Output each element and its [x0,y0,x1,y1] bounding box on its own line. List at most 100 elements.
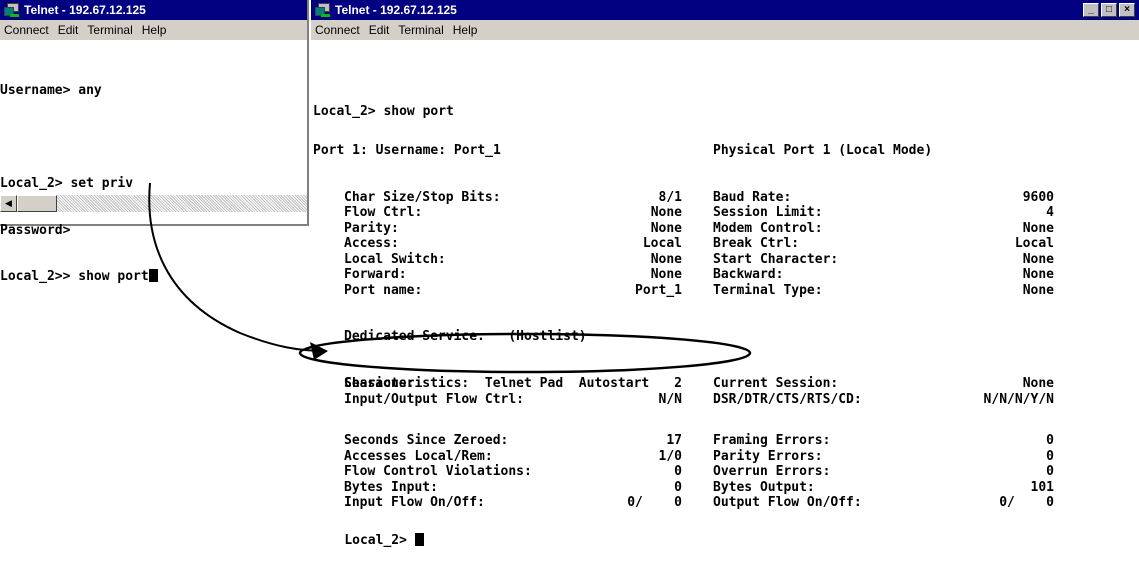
port-header-left: Port 1: Username: Port_1 [313,143,501,158]
window-controls: _ □ × [1083,3,1135,17]
stat-label-right: Modem Control: [713,220,823,236]
stat-label-left: Accesses Local/Rem: [344,448,493,464]
stat-value-left: 0/ 0 [627,495,682,510]
maximize-icon[interactable]: □ [1101,3,1117,17]
stat-value-left: 0 [674,479,682,495]
final-prompt-line: Local_2> [313,517,424,564]
stat-row: Forward: None Backward: None [313,267,1113,283]
stat-label-right: Start Character: [713,251,839,267]
stat-label-left: Forward: [344,267,407,282]
stat-value-right: None [1022,220,1054,236]
stat-value-left: None [650,205,682,220]
stat-value-right: 0/ 0 [999,495,1054,510]
right-telnet-window: Telnet - 192.67.12.125 _ □ × Connect Edi… [311,0,1139,548]
stat-label-right: Session Limit: [713,205,823,220]
telnet-icon [4,3,20,17]
stat-label-left: Char Size/Stop Bits: [344,189,501,205]
stat-value-right: None [1022,251,1054,267]
stat-value-left: Port_1 [635,282,682,298]
left-menu-bar: Connect Edit Terminal Help [0,20,307,40]
stat-value-right: None [1022,267,1054,282]
scroll-left-icon[interactable]: ◀ [0,195,17,212]
stat-value-left: 1/0 [658,448,682,464]
stat-label-left: Flow Control Violations: [344,464,532,479]
menu-connect[interactable]: Connect [4,23,49,37]
port-header-row: Port 1: Username: Port_1 Physical Port 1… [313,143,1113,159]
stat-row: Flow Control Violations: 0 Overrun Errors:… [313,464,1113,480]
stat-value-right: 9600 [1022,189,1054,205]
menu-terminal[interactable]: Terminal [398,23,443,37]
menu-help[interactable]: Help [453,23,478,37]
menu-help[interactable]: Help [142,23,167,37]
text-cursor [414,532,424,546]
stat-value-right: None [1022,376,1054,391]
stat-value-left: Local [642,236,682,251]
stat-value-right: 0 [1046,433,1054,448]
right-title-bar[interactable]: Telnet - 192.67.12.125 _ □ × [311,0,1139,20]
stat-value-right: None [1022,282,1054,298]
stat-value-left: None [650,251,682,267]
left-terminal-output[interactable]: Username> any Local_2> set priv Password… [0,52,158,316]
minimize-icon[interactable]: _ [1083,3,1099,17]
stat-row: Port name: Port_1 Terminal Type: None [313,283,1113,299]
stat-label-right: Break Ctrl: [713,236,800,251]
stat-label-right: Overrun Errors: [713,464,831,479]
terminal-line: Local_2> set priv [0,176,134,191]
stat-label-right: Bytes Output: [713,479,815,495]
stat-label-left: Access: [344,236,399,251]
terminal-line-current: Local_2>> show port [0,269,158,285]
stat-value-right: 4 [1046,205,1054,220]
stat-label-left: Bytes Input: [344,479,438,495]
stat-label-left: Parity: [344,220,399,236]
stat-value-left: None [650,267,682,282]
settings-rows: Char Size/Stop Bits: 8/1 Baud Rate: 9600 Flo… [313,190,1113,299]
stat-label-left: Input Flow On/Off: [344,495,485,510]
stat-label-left: Local Switch: [344,251,446,267]
stat-label-right: Framing Errors: [713,433,831,448]
right-menu-bar: Connect Edit Terminal Help [311,20,1139,40]
right-window-title: Telnet - 192.67.12.125 [335,3,457,17]
menu-connect[interactable]: Connect [315,23,360,37]
stat-label-left: Sessions: [344,376,415,391]
counters-rows: Seconds Since Zeroed: 17 Framing Errors: 0 A… [313,433,1113,511]
stat-value-left: 0 [674,464,682,479]
counters-block: Seconds Since Zeroed: 17 Framing Errors: 0 A… [313,402,1113,542]
stat-label-right: Baud Rate: [713,189,792,205]
stat-label-right: Terminal Type: [713,282,823,298]
command-prompt: Local_2> [344,532,415,548]
stat-value-right: Local [1014,236,1054,251]
terminal-line: Local_2>> show port [0,269,149,284]
menu-terminal[interactable]: Terminal [87,23,132,37]
stat-value-right: 0 [1046,448,1054,464]
stat-row: Access: Local Break Ctrl: Local [313,236,1113,252]
left-title-bar[interactable]: Telnet - 192.67.12.125 [0,0,307,20]
text-cursor [148,269,158,282]
telnet-icon [315,3,331,17]
terminal-line: Username> any [0,83,102,98]
stat-row: Sessions: 2 Current Session: None [313,376,1113,392]
horizontal-scrollbar[interactable]: ◀ [0,195,307,212]
stat-label-right: Output Flow On/Off: [713,495,862,510]
stat-value-right: 0 [1046,464,1054,479]
stat-row: Input Flow On/Off: 0/ 0 Output Flow On/Off… [313,495,1113,511]
stat-value-left: None [650,220,682,236]
terminal-line: Password> [0,222,71,238]
left-telnet-window: Telnet - 192.67.12.125 Connect Edit Term… [0,0,309,284]
close-icon[interactable]: × [1119,3,1135,17]
left-window-title: Telnet - 192.67.12.125 [24,3,146,17]
stat-value-right: 101 [1030,479,1054,495]
stat-label-right: Parity Errors: [713,448,823,464]
stat-row: Accesses Local/Rem: 1/0 Parity Errors: 0 [313,449,1113,465]
stat-label-left: Flow Ctrl: [344,205,423,220]
stat-label-right: Backward: [713,267,784,282]
stat-row: Parity: None Modem Control: None [313,221,1113,237]
stat-row: Bytes Input: 0 Bytes Output: 101 [313,480,1113,496]
menu-edit[interactable]: Edit [369,23,390,37]
menu-edit[interactable]: Edit [58,23,79,37]
stat-value-left: 8/1 [658,189,682,205]
dedicated-row: Dedicated Service: (Hostlist) [313,329,1113,345]
stat-row: Seconds Since Zeroed: 17 Framing Errors: 0 [313,433,1113,449]
scroll-thumb[interactable] [17,195,57,212]
stat-value-left: 2 [674,376,682,391]
